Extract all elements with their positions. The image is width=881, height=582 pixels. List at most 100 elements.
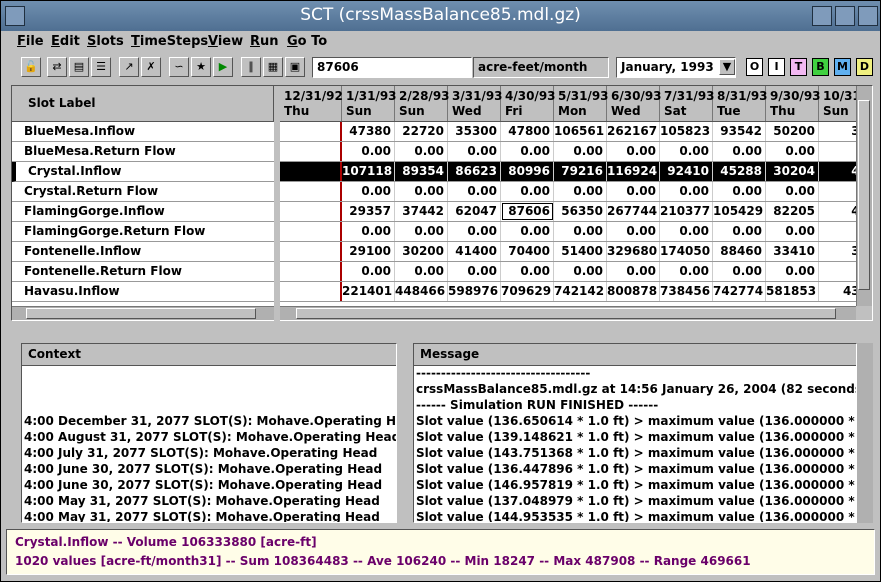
value-cell[interactable]: 0.00 <box>448 182 501 201</box>
flag-d-button[interactable]: D <box>856 58 873 76</box>
slot-label-row[interactable]: Havasu.Inflow <box>12 282 274 302</box>
value-cell[interactable] <box>280 202 342 221</box>
menu-edit[interactable]: Edit <box>51 34 80 49</box>
close-button[interactable] <box>858 6 878 26</box>
value-cell[interactable]: 0.00 <box>395 222 448 241</box>
value-cell[interactable]: 0.00 <box>448 262 501 281</box>
value-cell[interactable]: 0 <box>819 182 856 201</box>
value-cell[interactable]: 105429 <box>713 202 766 221</box>
flag-o-button[interactable]: O <box>746 58 763 76</box>
value-cell[interactable]: 709629 <box>501 282 554 301</box>
value-cell[interactable] <box>280 222 342 241</box>
value-cell[interactable]: 47380 <box>342 122 395 141</box>
context-line[interactable]: 4:00 June 30, 2077 SLOT(S): Mohave.Opera… <box>22 478 396 494</box>
value-cell[interactable]: 0.00 <box>395 262 448 281</box>
value-cell[interactable]: 105823 <box>660 122 713 141</box>
value-cell[interactable]: 30204 <box>766 162 819 181</box>
flag-m-button[interactable]: M <box>834 58 851 76</box>
value-cell[interactable]: 62047 <box>448 202 501 221</box>
play-icon[interactable]: ▶ <box>213 57 233 77</box>
value-cell[interactable]: 210377 <box>660 202 713 221</box>
value-cell[interactable]: 0.00 <box>713 222 766 241</box>
value-cell[interactable]: 0.00 <box>766 262 819 281</box>
value-cell[interactable]: 0.00 <box>607 222 660 241</box>
value-cell[interactable]: 116924 <box>607 162 660 181</box>
value-cell[interactable]: 738456 <box>660 282 713 301</box>
value-cell[interactable]: 0.00 <box>554 182 607 201</box>
column-header[interactable]: 5/31/93 Mon <box>554 86 609 121</box>
table-icon[interactable]: ▤ <box>69 57 89 77</box>
value-cell[interactable]: 0.00 <box>660 182 713 201</box>
value-cell[interactable]: 0.00 <box>766 222 819 241</box>
value-cell[interactable]: 50200 <box>766 122 819 141</box>
maximize-button[interactable] <box>835 6 855 26</box>
value-cell[interactable]: 0 <box>819 222 856 241</box>
column-header[interactable]: 6/30/93 Wed <box>607 86 662 121</box>
value-cell[interactable]: 80996 <box>501 162 554 181</box>
value-cell[interactable]: 267744 <box>607 202 660 221</box>
cells-hscroll[interactable] <box>280 306 856 320</box>
slot-label-row[interactable]: FlamingGorge.Return Flow <box>12 222 274 242</box>
value-cell[interactable] <box>280 282 342 301</box>
expand-icon[interactable]: ▣ <box>285 57 305 77</box>
column-header[interactable]: 9/30/93 Thu <box>766 86 821 121</box>
menu-timesteps[interactable]: TimeSteps <box>131 34 208 49</box>
value-cell[interactable]: 0.00 <box>713 142 766 161</box>
value-cell[interactable]: 742142 <box>554 282 607 301</box>
message-vscroll[interactable] <box>857 343 873 523</box>
grid-lines-icon[interactable]: ∥ <box>241 57 261 77</box>
menu-run[interactable]: Run <box>250 34 279 49</box>
value-cell[interactable]: 38 <box>819 122 856 141</box>
value-cell[interactable] <box>280 182 342 201</box>
value-cell[interactable]: 0.00 <box>713 262 766 281</box>
value-cell[interactable]: 45 <box>819 202 856 221</box>
slot-label-row[interactable]: Crystal.Return Flow <box>12 182 274 202</box>
value-cell[interactable]: 0.00 <box>660 142 713 161</box>
slot-label-row[interactable]: Crystal.Inflow <box>12 162 274 182</box>
value-cell[interactable]: 0.00 <box>660 222 713 241</box>
column-header[interactable]: 10/31Sun <box>819 86 856 121</box>
value-cell[interactable]: 0.00 <box>554 262 607 281</box>
value-cell[interactable]: 0.00 <box>342 262 395 281</box>
value-cell[interactable]: 174050 <box>660 242 713 261</box>
value-cell[interactable]: 41400 <box>448 242 501 261</box>
context-line[interactable]: 4:00 July 31, 2077 SLOT(S): Mohave.Opera… <box>22 446 396 462</box>
value-cell[interactable]: 0.00 <box>448 142 501 161</box>
value-cell[interactable]: 262167 <box>607 122 660 141</box>
slot-label-row[interactable]: FlamingGorge.Inflow <box>12 202 274 222</box>
value-cell[interactable]: 0.00 <box>342 182 395 201</box>
compress-icon[interactable]: ▦ <box>263 57 283 77</box>
value-cell[interactable]: 87606 <box>501 202 554 221</box>
value-cell[interactable]: 29357 <box>342 202 395 221</box>
value-cell[interactable]: 0.00 <box>395 142 448 161</box>
value-cell[interactable]: 86623 <box>448 162 501 181</box>
value-cell[interactable]: 0.00 <box>501 262 554 281</box>
edit-series-icon[interactable]: ⇄ <box>47 57 67 77</box>
value-cell[interactable]: 82205 <box>766 202 819 221</box>
value-cell[interactable]: 93542 <box>713 122 766 141</box>
menu-view[interactable]: View <box>208 34 243 49</box>
slot-label-row[interactable]: Fontenelle.Inflow <box>12 242 274 262</box>
slot-label-row[interactable]: BlueMesa.Inflow <box>12 122 274 142</box>
context-line[interactable]: 4:00 December 31, 2077 SLOT(S): Mohave.O… <box>22 414 396 430</box>
value-cell[interactable] <box>280 262 342 281</box>
value-cell[interactable]: 106561 <box>554 122 607 141</box>
value-cell[interactable]: 0.00 <box>342 222 395 241</box>
open-slot-icon[interactable]: ↗ <box>119 57 139 77</box>
lock-icon[interactable]: 🔓 <box>21 57 41 77</box>
column-header[interactable]: 12/31/92 Thu <box>280 86 343 121</box>
value-cell[interactable]: 70400 <box>501 242 554 261</box>
cells-vscroll[interactable] <box>856 86 872 306</box>
value-cell[interactable]: 47 <box>819 162 856 181</box>
column-header[interactable]: 7/31/93 Sat <box>660 86 715 121</box>
column-header[interactable]: 8/31/93 Tue <box>713 86 768 121</box>
value-cell[interactable]: 45288 <box>713 162 766 181</box>
column-icon[interactable]: ☰ <box>91 57 111 77</box>
value-cell[interactable]: 0.00 <box>660 262 713 281</box>
run-figure-icon[interactable]: ★ <box>191 57 211 77</box>
value-cell[interactable]: 0.00 <box>448 222 501 241</box>
value-cell[interactable]: 221401 <box>342 282 395 301</box>
slot-label-header[interactable]: Slot Label <box>12 86 274 122</box>
value-cell[interactable]: 35300 <box>448 122 501 141</box>
value-cell[interactable]: 0.00 <box>342 142 395 161</box>
